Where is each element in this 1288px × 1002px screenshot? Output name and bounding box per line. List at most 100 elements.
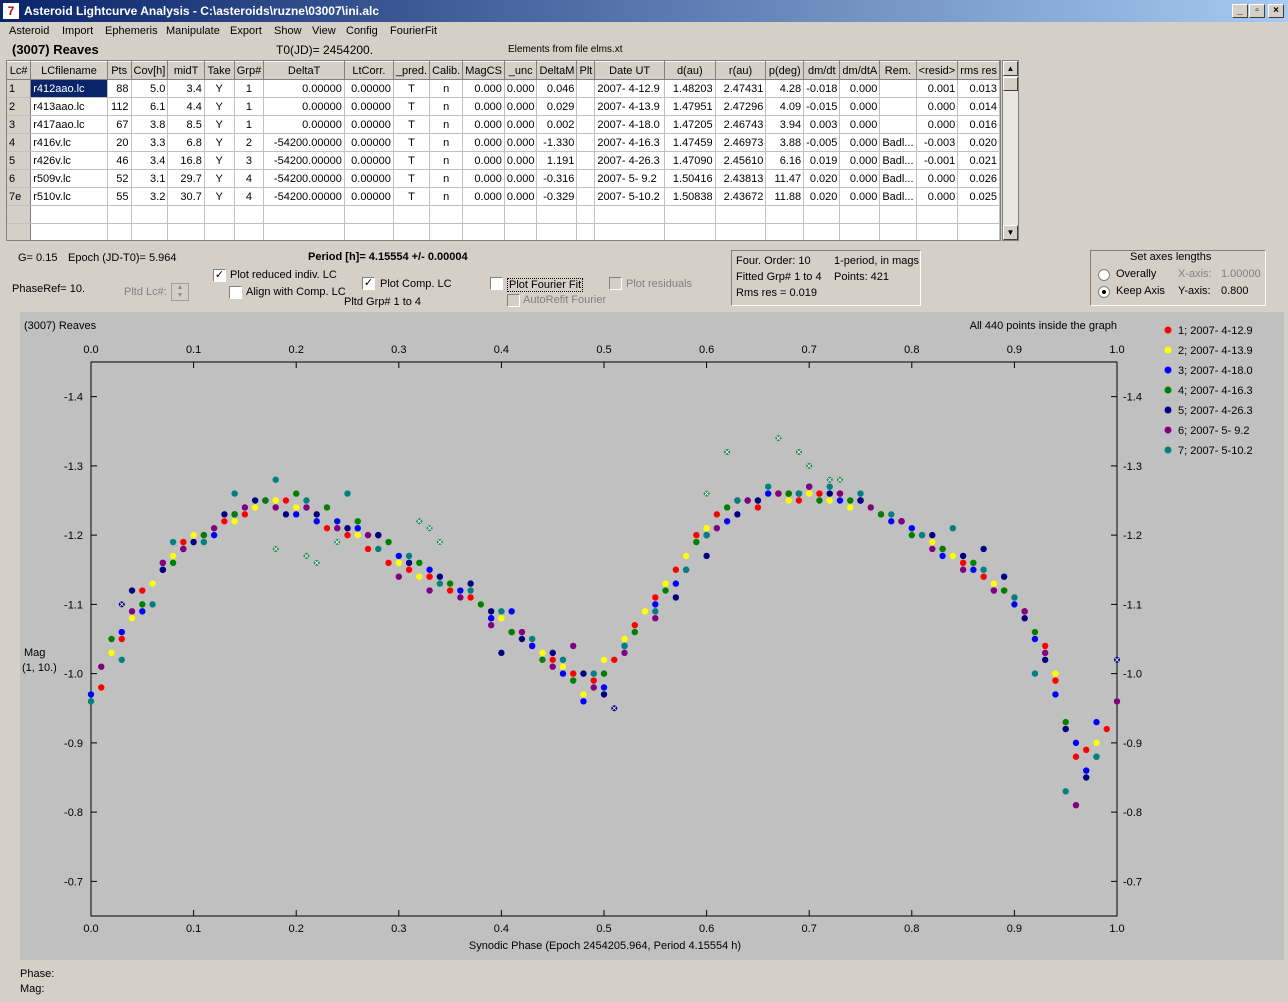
row-header[interactable] [7, 223, 32, 240]
row-header[interactable] [7, 205, 32, 224]
table-cell[interactable]: 5.0 [131, 79, 169, 98]
table-cell[interactable]: 0.002 [536, 115, 578, 134]
menu-view[interactable]: View [312, 25, 336, 37]
table-cell[interactable]: n [429, 79, 464, 98]
table-cell[interactable] [765, 205, 805, 224]
table-cell[interactable] [576, 97, 596, 116]
table-cell[interactable] [803, 223, 841, 240]
table-cell[interactable]: Y [204, 169, 235, 188]
table-row[interactable]: 5 r426v.lc 46 3.4 16.8 Y 3 -54200.00000 0.00000 T… [7, 151, 1000, 170]
column-header[interactable]: Grp# [234, 61, 265, 80]
table-cell[interactable]: 16.8 [167, 151, 205, 170]
table-cell[interactable]: 0.000 [839, 133, 881, 152]
lightcurve-chart[interactable]: (3007) Reaves All 440 points inside the … [20, 312, 1284, 960]
table-cell[interactable] [664, 223, 716, 240]
table-cell[interactable]: 2.43672 [715, 187, 767, 206]
column-header[interactable]: Plt [576, 61, 596, 80]
table-cell[interactable]: 2.46973 [715, 133, 767, 152]
table-cell[interactable]: Y [204, 115, 235, 134]
column-header[interactable]: midT [167, 61, 205, 80]
column-header[interactable]: d(au) [664, 61, 716, 80]
column-header[interactable]: <resid> [916, 61, 959, 80]
lightcurve-grid[interactable]: Lc# LCfilename Pts Cov[h] midT Take Grp# DeltaT… [6, 60, 1001, 241]
table-cell[interactable]: 0.00000 [344, 151, 394, 170]
lightcurve-plot-panel[interactable]: (3007) Reaves All 440 points inside the … [20, 312, 1284, 960]
column-header[interactable]: LtCorr. [344, 61, 394, 80]
table-cell[interactable] [803, 205, 841, 224]
menu-config[interactable]: Config [346, 25, 378, 37]
table-cell[interactable]: r509v.lc [30, 169, 108, 188]
table-cell[interactable]: 8.5 [167, 115, 205, 134]
table-cell[interactable]: T [393, 169, 431, 188]
table-cell[interactable]: 2.47431 [715, 79, 767, 98]
table-cell[interactable] [234, 223, 265, 240]
table-cell[interactable]: 0.014 [957, 97, 1000, 116]
table-cell[interactable] [879, 115, 917, 134]
row-header[interactable]: 6 [7, 169, 32, 188]
table-cell[interactable]: 0.000 [916, 187, 959, 206]
table-cell[interactable]: 0.000 [462, 97, 505, 116]
table-cell[interactable]: 2007- 4-16.3 [594, 133, 665, 152]
menu-fourierfit[interactable]: FourierFit [390, 25, 437, 37]
table-cell[interactable]: T [393, 187, 431, 206]
menu-manipulate[interactable]: Manipulate [166, 25, 220, 37]
table-cell[interactable]: 0.00000 [344, 97, 394, 116]
table-cell[interactable]: -0.001 [916, 151, 959, 170]
table-cell[interactable]: 3.3 [131, 133, 169, 152]
table-cell[interactable]: 4.28 [765, 79, 805, 98]
table-cell[interactable] [957, 205, 1000, 224]
table-cell[interactable]: 2007- 4-12.9 [594, 79, 665, 98]
table-cell[interactable] [167, 223, 205, 240]
table-cell[interactable] [594, 205, 665, 224]
table-cell[interactable]: Badl... [879, 151, 917, 170]
table-cell[interactable] [957, 223, 1000, 240]
table-cell[interactable] [576, 151, 596, 170]
table-cell[interactable]: 3.4 [167, 79, 205, 98]
row-header[interactable]: 1 [7, 79, 32, 98]
table-cell[interactable]: 0.00000 [263, 79, 345, 98]
menu-export[interactable]: Export [230, 25, 262, 37]
table-cell[interactable]: 1.47459 [664, 133, 716, 152]
table-cell[interactable] [107, 223, 132, 240]
table-cell[interactable]: 0.016 [957, 115, 1000, 134]
table-cell[interactable] [462, 205, 505, 224]
table-cell[interactable]: 0.000 [839, 97, 881, 116]
table-cell[interactable] [429, 223, 464, 240]
table-cell[interactable]: n [429, 115, 464, 134]
table-cell[interactable]: 3.4 [131, 151, 169, 170]
table-row[interactable] [7, 223, 1000, 240]
column-header[interactable]: p(deg) [765, 61, 805, 80]
table-cell[interactable]: 30.7 [167, 187, 205, 206]
table-cell[interactable]: 0.020 [957, 133, 1000, 152]
table-cell[interactable]: 1 [234, 97, 265, 116]
table-cell[interactable]: 1 [234, 79, 265, 98]
table-cell[interactable]: 4 [234, 187, 265, 206]
table-cell[interactable] [234, 205, 265, 224]
table-cell[interactable]: 88 [107, 79, 132, 98]
table-cell[interactable]: 2007- 4-26.3 [594, 151, 665, 170]
table-cell[interactable]: 0.026 [957, 169, 1000, 188]
table-cell[interactable] [167, 205, 205, 224]
column-header[interactable]: Lc# [7, 61, 32, 80]
table-cell[interactable]: Badl... [879, 187, 917, 206]
column-header[interactable]: Rem. [879, 61, 917, 80]
table-row[interactable]: 4 r416v.lc 20 3.3 6.8 Y 2 -54200.00000 0.00000 Tn… [7, 133, 1000, 152]
table-cell[interactable] [765, 223, 805, 240]
table-cell[interactable]: 0.00000 [344, 79, 394, 98]
table-cell[interactable]: 3 [234, 151, 265, 170]
table-row[interactable] [7, 205, 1000, 224]
column-header[interactable]: Pts [107, 61, 132, 80]
table-cell[interactable]: 1.47205 [664, 115, 716, 134]
menu-asteroid[interactable]: Asteroid [9, 25, 49, 37]
table-cell[interactable]: 2007- 4-13.9 [594, 97, 665, 116]
table-cell[interactable]: 4 [234, 169, 265, 188]
table-row[interactable]: 2 r413aao.lc 112 6.1 4.4 Y 1 0.00000 0.00000 Tn 0.… [7, 97, 1000, 116]
table-cell[interactable]: 0.00000 [344, 133, 394, 152]
table-cell[interactable]: Y [204, 79, 235, 98]
table-cell[interactable]: 2.43813 [715, 169, 767, 188]
table-cell[interactable]: 0.020 [803, 169, 841, 188]
table-cell[interactable]: 2007- 5- 9.2 [594, 169, 665, 188]
table-cell[interactable]: 29.7 [167, 169, 205, 188]
table-cell[interactable]: -54200.00000 [263, 133, 345, 152]
table-row[interactable]: 7e r510v.lc 55 3.2 30.7 Y 4 -54200.00000 0.00000… [7, 187, 1000, 206]
